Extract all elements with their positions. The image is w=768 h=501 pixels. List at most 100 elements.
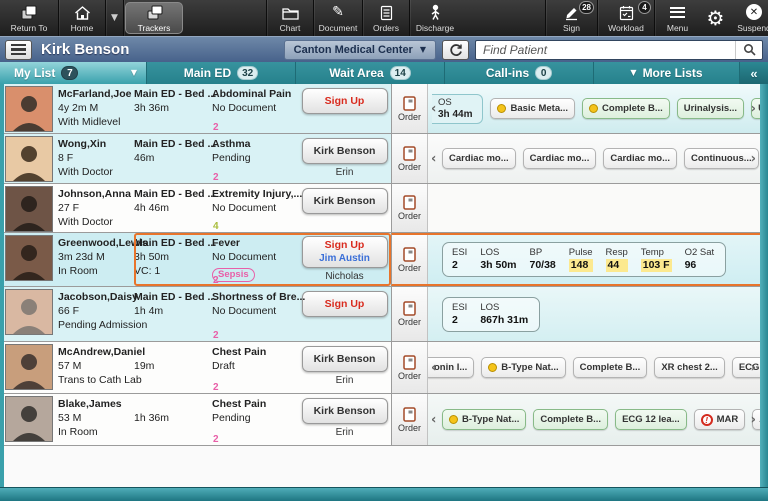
order-button[interactable]: Order (392, 184, 428, 232)
menu-label: Menu (666, 22, 689, 33)
person-silhouette-icon (13, 196, 45, 231)
order-chip[interactable]: XR chest 2... (654, 357, 725, 378)
tab-wait-area[interactable]: Wait Area 14 (296, 62, 445, 84)
patient-row[interactable]: Blake,James 53 M In Room 1h 36m Chest Pa… (4, 394, 760, 446)
suspend-button[interactable]: ✕ Suspend (731, 0, 768, 36)
order-chip[interactable]: ! MAR (693, 409, 746, 430)
sign-up-button[interactable]: Sign Up Jim Austin (301, 236, 388, 268)
vitals-panel[interactable]: ESI 2 LOS 867h 31m (442, 296, 541, 332)
order-chip[interactable]: Cardiac mo... (603, 148, 678, 169)
order-chip[interactable]: Cardiac mo... (442, 148, 516, 169)
patient-row[interactable]: McFarland,Joe 4y 2m M With Midlevel Main… (4, 84, 760, 134)
chip-scroll-left[interactable]: ‹ (431, 101, 436, 116)
chip-scroll-right[interactable]: › (751, 360, 756, 375)
order-chip[interactable]: Urinalysis... (676, 98, 745, 119)
assigned-provider-button[interactable]: Kirk Benson (301, 346, 388, 372)
patient-location: Main ED - Bed ... (134, 138, 217, 150)
tab-more-lists[interactable]: ▼ More Lists (594, 62, 740, 84)
return-to-button[interactable]: Return To (0, 0, 58, 36)
tab-my-list[interactable]: My List 7 ▼ (0, 62, 147, 84)
settings-button[interactable]: ⚙ (700, 0, 731, 36)
doc-status: Pending (212, 152, 251, 164)
sign-up-button[interactable]: Sign Up (301, 291, 388, 317)
facility-name: Canton Medical Center (293, 43, 413, 56)
order-chip[interactable]: Cardiac mo... (522, 148, 597, 169)
workload-badge: 4 (638, 1, 651, 14)
collapse-panel-button[interactable]: « (740, 62, 768, 84)
sign-up-button[interactable]: Sign Up (301, 88, 388, 114)
refresh-button[interactable] (442, 39, 469, 60)
assigned-provider-button[interactable]: Kirk Benson (301, 188, 388, 214)
sign-button[interactable]: 28 Sign (546, 0, 597, 36)
sign-up-label: Sign Up (324, 239, 365, 251)
order-button[interactable]: Order (392, 342, 428, 393)
doc-status: No Document (212, 202, 277, 214)
document-button[interactable]: ✎ Document (314, 0, 362, 36)
chip-scroll-right[interactable]: › (751, 151, 756, 166)
current-user-name: Kirk Benson (41, 41, 130, 58)
order-chip[interactable]: Basic Meta... (490, 98, 576, 119)
facility-selector[interactable]: Canton Medical Center ▼ (283, 39, 436, 60)
trackers-button[interactable]: Trackers (125, 2, 183, 34)
find-patient-search (475, 39, 763, 60)
note-count: 2 (213, 172, 219, 183)
tab-count-badge: 32 (237, 66, 259, 80)
order-label: Order (397, 370, 421, 381)
home-dropdown-button[interactable]: ▼ (106, 0, 123, 36)
chief-complaint: Chest Pain (212, 346, 267, 358)
patient-row[interactable]: McAndrew,Daniel 57 M Trans to Cath Lab 1… (4, 342, 760, 394)
patient-los: 4h 46m (134, 202, 170, 214)
patient-row[interactable]: Johnson,Anna 27 F With Doctor Main ED - … (4, 184, 760, 233)
order-button[interactable]: Order (392, 134, 428, 183)
discharge-button[interactable]: Discharge (410, 0, 460, 36)
order-button[interactable]: Order (392, 287, 428, 341)
search-button[interactable] (735, 40, 762, 59)
order-button[interactable]: Order (392, 84, 428, 133)
stacked-pages-icon (20, 4, 39, 21)
chief-complaint: Fever (212, 237, 241, 249)
chip-scroll-right[interactable]: › (751, 101, 756, 116)
vertical-scrollbar[interactable] (760, 84, 768, 487)
doc-status: No Document (212, 251, 277, 263)
vitals-panel[interactable]: ESI 2 LOS 3h 50m BP 70/38 Pulse 148 Resp 44 T… (442, 242, 727, 277)
order-chip[interactable]: Complete B... (533, 409, 609, 430)
order-chip[interactable]: B-Type Nat... (481, 357, 566, 378)
workload-button[interactable]: 4 Workload (598, 0, 654, 36)
chip-scroll-left[interactable]: ‹ (431, 151, 436, 166)
order-chip[interactable]: Continuous... (684, 148, 759, 169)
chip-scroll-left[interactable]: ‹ (431, 412, 436, 427)
order-chip[interactable]: Complete B... (572, 357, 648, 378)
patient-age-sex: 3m 23d M (58, 251, 105, 263)
tab-call-ins[interactable]: Call-ins 0 (445, 62, 594, 84)
assigned-nurse: Erin (335, 375, 354, 386)
order-chip[interactable]: B-Type Nat... (442, 409, 527, 430)
patient-photo (5, 136, 53, 182)
empty-list-area (0, 446, 760, 487)
order-icon (403, 301, 416, 316)
chip-scroll-left[interactable]: ‹ (431, 360, 436, 375)
provider-label: Kirk Benson (313, 194, 376, 207)
main-menu-button[interactable] (5, 39, 32, 60)
menu-icon (670, 4, 685, 21)
order-button[interactable]: Order (392, 235, 428, 284)
chip-scroll-right[interactable]: › (751, 412, 756, 427)
home-button[interactable]: Home (59, 0, 105, 36)
patient-row[interactable]: Jacobson,Daisy 66 F Pending Admission Ma… (4, 287, 760, 342)
order-button[interactable]: Order (392, 394, 428, 445)
patient-row-highlighted[interactable]: Greenwood,Lewis 3m 23d M In Room Main ED… (4, 233, 760, 287)
los-chip[interactable]: OS 3h 44m (432, 93, 484, 124)
menu-button[interactable]: Menu (655, 0, 700, 36)
order-chip[interactable]: ECG 12 lea... (615, 409, 687, 430)
tab-main-ed[interactable]: Main ED 32 (147, 62, 296, 84)
assigned-provider-button[interactable]: Kirk Benson (301, 138, 388, 164)
assigned-provider-button[interactable]: Kirk Benson (301, 398, 388, 424)
find-patient-input[interactable] (476, 42, 735, 57)
order-chip[interactable]: Complete B... (582, 98, 670, 119)
chart-button[interactable]: Chart (267, 0, 313, 36)
orders-button[interactable]: Orders (363, 0, 409, 36)
tab-label: Call-ins (485, 66, 530, 80)
note-count: 2 (213, 330, 219, 341)
note-count: 2 (213, 275, 219, 286)
doc-status: Draft (212, 360, 235, 372)
patient-row[interactable]: Wong,Xin 8 F With Doctor Main ED - Bed .… (4, 134, 760, 184)
